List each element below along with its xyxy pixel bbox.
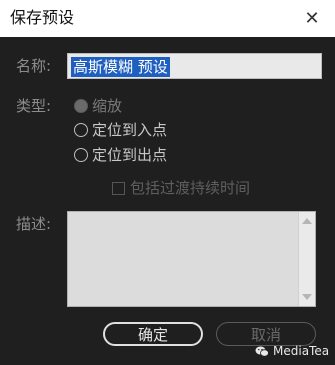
radio-button[interactable] [74,123,88,137]
radio-scale: 缩放 [74,96,122,116]
type-label: 类型: [16,97,52,115]
description-label: 描述: [16,215,52,233]
radio-anchor-in-point-label: 定位到入点 [92,121,168,139]
description-scrollbar[interactable] [298,212,315,306]
watermark-text: MediaTea [273,344,330,358]
window-title: 保存预设 [10,8,75,27]
ok-button[interactable]: 确定 [103,322,203,346]
watermark: MediaTea [255,343,329,359]
name-input[interactable]: 高斯模糊 预设 [67,53,322,79]
checkbox [112,181,125,195]
scroll-down-icon[interactable] [302,294,312,300]
name-label: 名称: [16,57,52,75]
include-transition-duration: 包括过渡持续时间 [112,178,250,198]
title-bar: 保存预设 ✕ [0,0,335,37]
close-icon[interactable]: ✕ [299,5,325,31]
radio-anchor-out-point-label: 定位到出点 [92,146,168,164]
name-input-value: 高斯模糊 预设 [71,57,170,77]
radio-scale-label: 缩放 [92,97,123,115]
radio-anchor-out-point[interactable]: 定位到出点 [74,145,167,165]
scroll-up-icon[interactable] [302,218,312,224]
include-transition-duration-label: 包括过渡持续时间 [130,179,251,197]
radio-button[interactable] [74,148,88,162]
wechat-icon [255,346,269,357]
radio-button [74,99,88,113]
description-textarea[interactable] [67,211,316,307]
radio-anchor-in-point[interactable]: 定位到入点 [74,120,167,140]
